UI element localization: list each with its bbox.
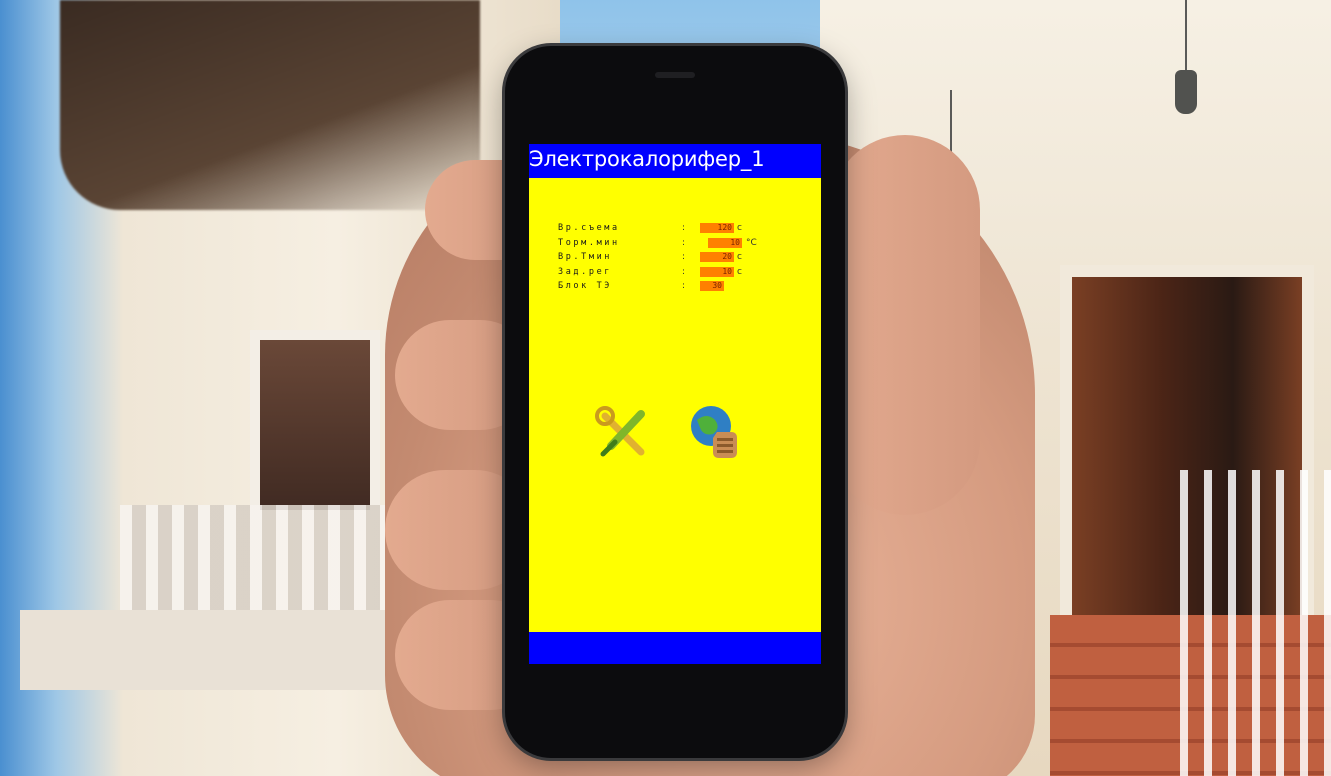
roof-eave <box>60 0 480 210</box>
param-value-field[interactable]: 20 <box>700 252 734 263</box>
param-row[interactable]: Торм.мин : 10 °С <box>558 237 798 249</box>
param-value-field[interactable]: 10 <box>700 266 734 277</box>
tools-icon[interactable] <box>595 406 651 462</box>
stair-railing <box>1180 470 1331 776</box>
house-window <box>250 330 380 520</box>
param-label: Торм.мин <box>558 237 620 248</box>
thumb <box>830 135 980 515</box>
phone-speaker <box>655 72 695 78</box>
hanging-lamp <box>1175 0 1197 114</box>
param-unit: °С <box>746 237 757 248</box>
remote-control-icon[interactable] <box>687 402 745 462</box>
param-colon: : <box>682 252 686 263</box>
param-label: Блок ТЭ <box>558 281 613 292</box>
param-unit: с <box>737 252 742 263</box>
param-colon: : <box>682 237 686 248</box>
param-row[interactable]: Вр.съема : 120 с <box>558 222 798 234</box>
screen-title: Электрокалорифер_1 <box>529 147 765 171</box>
param-value-field[interactable]: 10 <box>708 237 742 248</box>
param-value-field[interactable]: 30 <box>700 281 724 292</box>
param-row[interactable]: Вр.Тмин : 20 с <box>558 251 798 263</box>
param-label: Зад.рег <box>558 266 613 277</box>
param-unit: с <box>737 223 742 233</box>
param-label: Вр.Тмин <box>558 252 613 263</box>
param-label: Вр.съема <box>558 223 620 233</box>
param-colon: : <box>682 266 686 277</box>
param-value-field[interactable]: 120 <box>700 223 734 233</box>
title-bar: Электрокалорифер_1 <box>529 144 821 178</box>
background-photo: Электрокалорифер_1 Вр.съема : 120 с Торм… <box>0 0 1331 776</box>
param-colon: : <box>682 281 686 292</box>
parameter-list: Вр.съема : 120 с Торм.мин : 10 °С Вр.Тми… <box>558 222 798 295</box>
smartphone: Электрокалорифер_1 Вр.съема : 120 с Торм… <box>505 46 845 758</box>
phone-screen: Электрокалорифер_1 Вр.съема : 120 с Торм… <box>529 144 821 664</box>
param-colon: : <box>682 223 686 233</box>
param-row[interactable]: Зад.рег : 10 с <box>558 266 798 278</box>
param-unit: с <box>737 266 742 277</box>
param-row[interactable]: Блок ТЭ : 30 <box>558 280 798 292</box>
bottom-bar <box>529 632 821 664</box>
